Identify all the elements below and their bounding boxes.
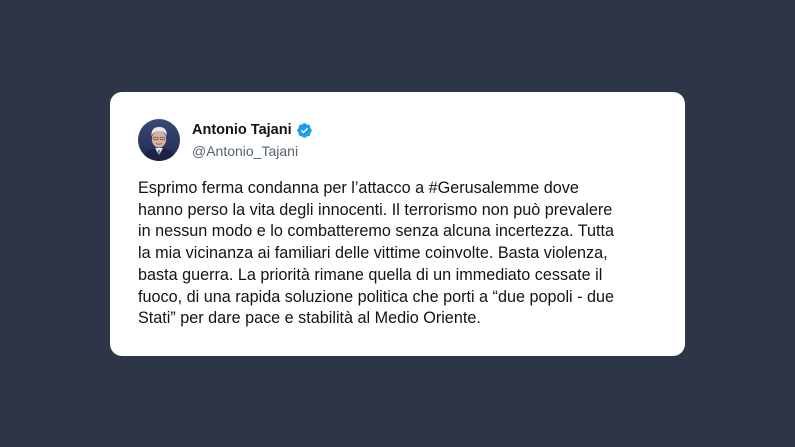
tweet-text: Esprimo ferma condanna per l’attacco a #… [138,179,615,328]
verified-badge-icon [296,122,313,139]
author-name-row: Antonio Tajani [192,121,313,139]
avatar[interactable] [138,119,180,161]
tweet-card: Antonio Tajani @Antonio_Tajani Esprimo f… [110,92,685,356]
author-display-name[interactable]: Antonio Tajani [192,121,292,139]
profile-photo-icon [138,119,180,161]
author-handle[interactable]: @Antonio_Tajani [192,142,298,160]
